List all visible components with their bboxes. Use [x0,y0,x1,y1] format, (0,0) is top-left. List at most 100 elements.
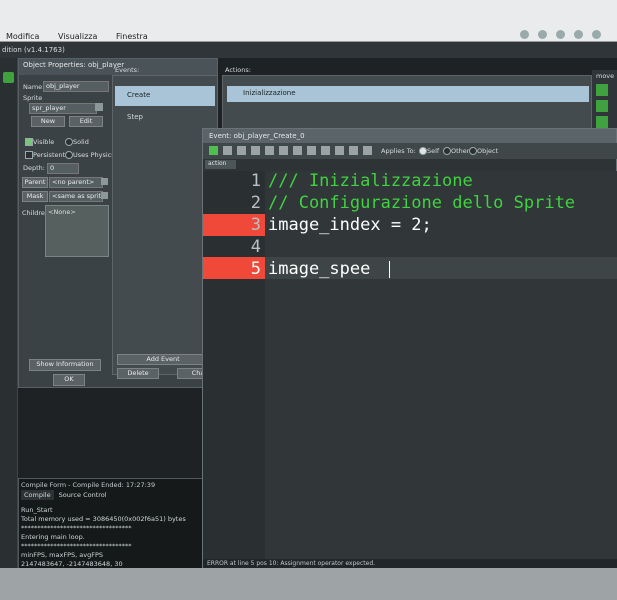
uses-physics-label: Uses Physics [73,151,115,159]
children-list[interactable]: <None> [45,205,109,257]
print-icon[interactable] [237,146,246,155]
code-editor-window: Event: obj_player_Create_0 Applies To: S… [202,128,617,569]
replace-icon[interactable] [335,146,344,155]
parent-picker-icon[interactable] [101,178,108,185]
sprite-field[interactable]: spr_player [29,103,97,114]
depth-field[interactable]: 0 [47,163,79,174]
bookmark-icon[interactable] [363,146,372,155]
window-control-icon[interactable] [592,30,601,39]
os-menu-bar: Modifica Visualizza Finestra [0,0,617,42]
redo-icon[interactable] [265,146,274,155]
line-number: 4 [250,237,261,257]
code-area[interactable]: /// Inizializzazione // Configurazione d… [265,171,617,559]
applies-other-label: Other [451,147,470,155]
show-information-button[interactable]: Show Information [29,359,101,371]
copy-icon[interactable] [293,146,302,155]
actions-header: Actions: [225,66,251,74]
paste-icon[interactable] [307,146,316,155]
persistent-checkbox[interactable] [25,151,33,159]
line-number: 5 [250,259,261,279]
sprite-picker-icon[interactable] [95,103,103,111]
desktop-background [0,568,617,600]
menu-finestra[interactable]: Finestra [116,32,148,41]
editor-toolbar: Applies To: Self Other Object [203,143,617,159]
line-number: 2 [250,193,261,213]
delete-event-button[interactable]: Delete [117,368,159,379]
move-actions-panel: move [592,70,617,130]
window-control-icon[interactable] [556,30,565,39]
event-step[interactable]: Step [115,108,215,128]
log-line: Entering main loop. [21,533,85,541]
visible-checkbox[interactable] [25,138,33,146]
add-event-button[interactable]: Add Event [117,354,209,365]
edit-sprite-button[interactable]: Edit [69,116,103,127]
log-line: ********************************** [21,542,132,550]
compile-log: Run_Start Total memory used = 3086450(0x… [21,506,186,569]
compile-panel: Compile Form - Compile Ended: 17:27:39 C… [18,478,204,570]
save-icon[interactable] [223,146,232,155]
move-arrow-icon[interactable] [596,116,608,128]
action-item[interactable]: Inizializzazione [227,86,589,102]
code-line: image_index = 2; [268,215,432,235]
goto-icon[interactable] [349,146,358,155]
window-control-icon[interactable] [538,30,547,39]
tab-source-control[interactable]: Source Control [56,490,110,500]
actions-panel: Actions: Inizializzazione [222,66,592,135]
applies-object-radio[interactable] [469,147,477,155]
search-icon[interactable] [321,146,330,155]
move-arrow-icon[interactable] [596,100,608,112]
code-line: // Configurazione dello Sprite [268,193,576,213]
run-icon[interactable] [3,72,14,83]
window-control-icon[interactable] [574,30,583,39]
events-header: Events: [115,66,140,74]
applies-self-label: Self [427,147,440,155]
applies-other-radio[interactable] [443,147,451,155]
applies-to-label: Applies To: [381,147,416,155]
text-cursor [389,261,390,278]
solid-checkbox[interactable] [65,138,73,146]
log-line: minFPS, maxFPS, avgFPS [21,551,103,559]
window-control-icon[interactable] [520,30,529,39]
mask-field[interactable]: <same as sprite> [49,191,103,202]
applies-object-label: Object [477,147,499,155]
undo-icon[interactable] [251,146,260,155]
editor-title: Event: obj_player_Create_0 [203,129,616,143]
action-item-label: Inizializzazione [243,89,296,97]
parent-field[interactable]: <no parent> [49,177,103,188]
uses-physics-checkbox[interactable] [65,151,73,159]
move-header: move [596,72,615,80]
line-number-gutter: 1 2 3 4 5 [203,171,266,559]
tab-action[interactable]: action [205,160,236,169]
menu-visualizza[interactable]: Visualizza [58,32,97,41]
persistent-label: Persistent [33,151,66,159]
applies-self-radio[interactable] [419,147,427,155]
ok-button[interactable]: OK [53,374,85,386]
solid-label: Solid [73,138,89,146]
confirm-icon[interactable] [209,146,218,155]
left-toolbar [0,58,18,568]
move-arrow-icon[interactable] [596,84,608,96]
name-field[interactable]: obj_player [43,81,109,92]
event-create[interactable]: Create [115,86,215,106]
menu-modifica[interactable]: Modifica [6,32,39,41]
children-value: <None> [48,208,76,216]
new-sprite-button[interactable]: New [31,116,65,127]
event-create-label: Create [127,91,151,99]
log-line: ********************************** [21,524,132,532]
code-line: /// Inizializzazione [268,171,473,191]
line-number: 1 [250,171,261,191]
log-line: Run_Start [21,506,53,514]
mask-button[interactable]: Mask [22,191,48,202]
sprite-label: Sprite [23,94,43,102]
cut-icon[interactable] [279,146,288,155]
line-number: 3 [250,215,261,235]
compile-title: Compile Form - Compile Ended: 17:27:39 [21,481,156,489]
tab-compile[interactable]: Compile [21,490,54,500]
compile-tabs: Compile Source Control [21,490,110,501]
parent-button[interactable]: Parent [22,177,48,188]
app-title-bar: dition (v1.4.1763) [0,42,617,58]
mask-picker-icon[interactable] [101,192,108,199]
depth-label: Depth: [23,164,45,172]
code-line: image_spee [268,259,371,279]
visible-label: Visible [33,138,55,146]
